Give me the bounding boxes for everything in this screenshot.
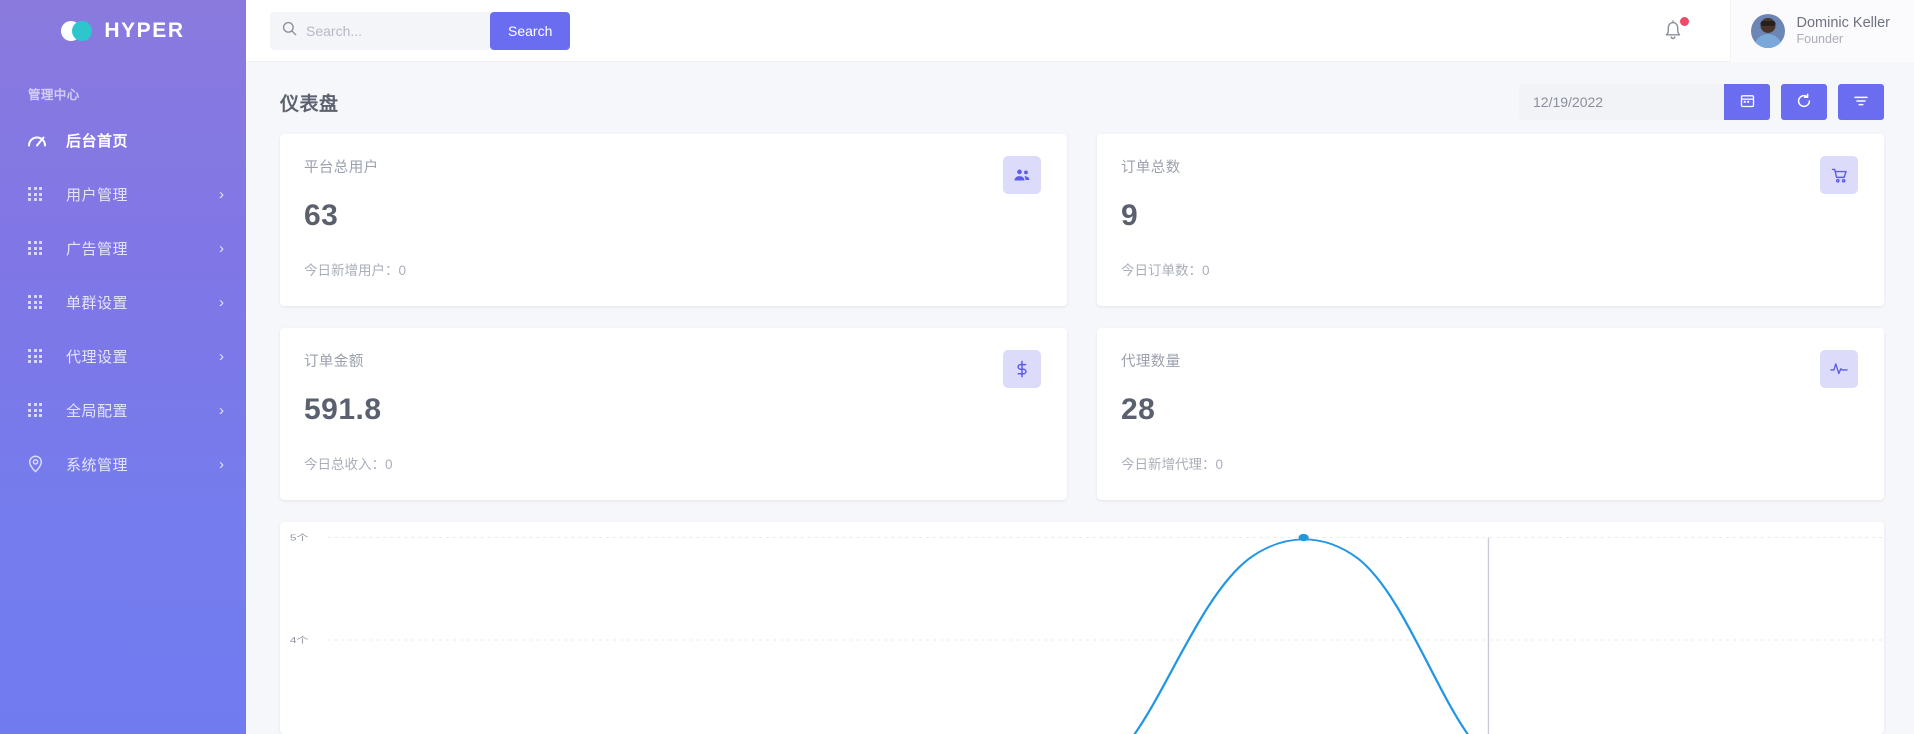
calendar-button[interactable]	[1724, 84, 1770, 120]
chevron-right-icon: ›	[219, 349, 224, 364]
sidebar-item-user-management[interactable]: 用户管理 ›	[0, 167, 246, 221]
stat-label: 订单金额	[304, 350, 1041, 371]
page-header: 仪表盘	[246, 62, 1914, 134]
search-group: Search	[270, 12, 570, 50]
user-name: Dominic Keller	[1797, 14, 1890, 32]
dollar-icon	[1003, 350, 1041, 388]
brand-name: HYPER	[104, 19, 184, 43]
user-role: Founder	[1797, 32, 1890, 48]
filter-icon	[1853, 93, 1869, 112]
grid-icon	[28, 295, 54, 309]
chart-peak-marker	[1298, 534, 1308, 541]
stat-card-total-users: 平台总用户 63 今日新增用户：0	[280, 134, 1067, 306]
stat-card-order-amount: 订单金额 591.8 今日总收入：0	[280, 328, 1067, 500]
main-area: Search	[246, 0, 1914, 734]
search-icon	[282, 21, 297, 41]
grid-icon	[28, 349, 54, 363]
sidebar-item-label: 系统管理	[66, 454, 219, 475]
cart-icon	[1820, 156, 1858, 194]
calendar-icon	[1740, 93, 1755, 111]
stat-sub: 今日新增用户：0	[304, 259, 406, 279]
analytics-line-chart[interactable]	[280, 522, 1884, 734]
sidebar-item-group-settings[interactable]: 单群设置 ›	[0, 275, 246, 329]
notification-badge	[1680, 17, 1689, 26]
date-picker-group	[1519, 84, 1770, 120]
stat-value: 9	[1121, 199, 1858, 233]
stat-cards: 平台总用户 63 今日新增用户：0 订单总数 9 今日订单数：0	[246, 134, 1914, 500]
notifications-button[interactable]	[1662, 18, 1688, 44]
chevron-right-icon: ›	[219, 295, 224, 310]
chevron-right-icon: ›	[219, 457, 224, 472]
location-pin-icon	[28, 455, 54, 473]
topbar-right: Dominic Keller Founder	[1662, 0, 1914, 62]
sidebar-item-label: 用户管理	[66, 184, 219, 205]
app-root: HYPER 管理中心 后台首页 用户管理 › 广告管理 ›	[0, 0, 1914, 734]
sidebar-item-system-management[interactable]: 系统管理 ›	[0, 437, 246, 491]
stat-card-agent-count: 代理数量 28 今日新增代理：0	[1097, 328, 1884, 500]
topbar: Search	[246, 0, 1914, 62]
sidebar-item-label: 后台首页	[66, 130, 224, 151]
stat-value: 28	[1121, 393, 1858, 427]
chevron-right-icon: ›	[219, 187, 224, 202]
page-toolbar	[1519, 84, 1884, 120]
pulse-icon	[1820, 350, 1858, 388]
chevron-right-icon: ›	[219, 403, 224, 418]
user-meta: Dominic Keller Founder	[1797, 14, 1890, 48]
hyper-circles-logo-icon	[61, 21, 95, 41]
refresh-icon	[1796, 93, 1812, 112]
stat-card-total-orders: 订单总数 9 今日订单数：0	[1097, 134, 1884, 306]
stat-value: 591.8	[304, 393, 1041, 427]
users-icon	[1003, 156, 1041, 194]
sidebar-item-ad-management[interactable]: 广告管理 ›	[0, 221, 246, 275]
brand-logo[interactable]: HYPER	[0, 0, 246, 62]
sidebar-item-label: 代理设置	[66, 346, 219, 367]
grid-icon	[28, 403, 54, 417]
stat-label: 平台总用户	[304, 156, 1041, 177]
page-title: 仪表盘	[280, 89, 339, 116]
stat-sub: 今日订单数：0	[1121, 259, 1210, 279]
bell-icon	[1662, 29, 1684, 46]
stat-value: 63	[304, 199, 1041, 233]
user-menu[interactable]: Dominic Keller Founder	[1730, 0, 1914, 62]
chevron-right-icon: ›	[219, 241, 224, 256]
sidebar-section-title: 管理中心	[0, 62, 246, 113]
avatar	[1751, 14, 1785, 48]
sidebar-item-dashboard[interactable]: 后台首页	[0, 113, 246, 167]
search-input[interactable]	[306, 23, 480, 39]
search-button[interactable]: Search	[490, 12, 570, 50]
sidebar-item-agent-settings[interactable]: 代理设置 ›	[0, 329, 246, 383]
analytics-icon	[28, 133, 54, 147]
grid-icon	[28, 187, 54, 201]
date-input[interactable]	[1519, 84, 1724, 120]
sidebar: HYPER 管理中心 后台首页 用户管理 › 广告管理 ›	[0, 0, 246, 734]
filter-button[interactable]	[1838, 84, 1884, 120]
sidebar-item-label: 单群设置	[66, 292, 219, 313]
stat-label: 订单总数	[1121, 156, 1858, 177]
refresh-button[interactable]	[1781, 84, 1827, 120]
grid-icon	[28, 241, 54, 255]
sidebar-item-label: 广告管理	[66, 238, 219, 259]
sidebar-item-label: 全局配置	[66, 400, 219, 421]
stat-label: 代理数量	[1121, 350, 1858, 371]
chart-series-line	[1135, 539, 1468, 734]
sidebar-item-global-config[interactable]: 全局配置 ›	[0, 383, 246, 437]
stat-sub: 今日总收入：0	[304, 453, 393, 473]
stat-sub: 今日新增代理：0	[1121, 453, 1223, 473]
analytics-chart-card: 5个 4个	[280, 522, 1884, 734]
search-box[interactable]	[270, 12, 492, 50]
